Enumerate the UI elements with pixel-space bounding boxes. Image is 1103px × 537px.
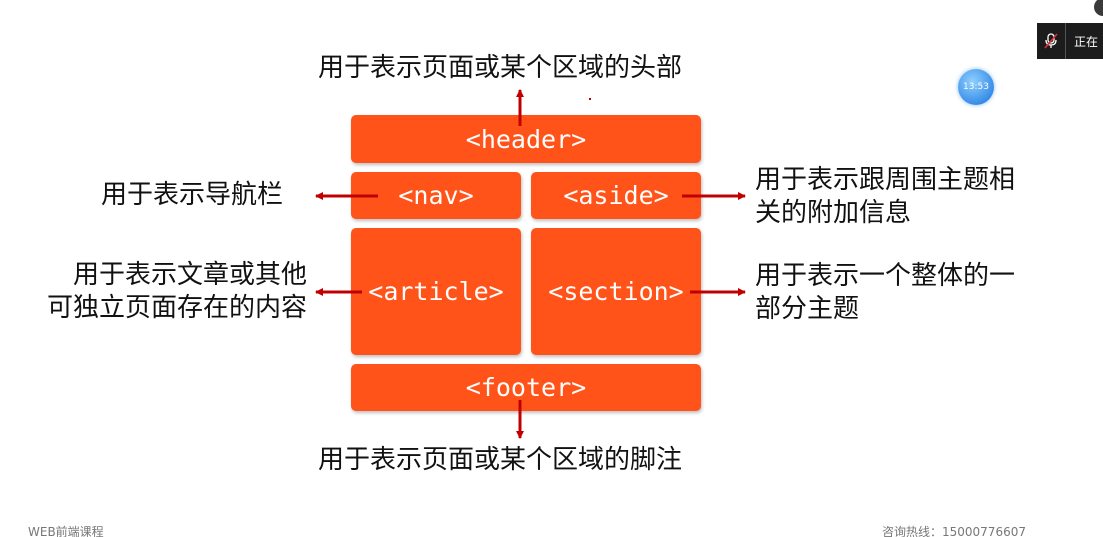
mic-muted-icon[interactable] (1037, 23, 1066, 59)
aside-description: 用于表示跟周围主题相 关的附加信息 (755, 164, 1015, 230)
footer-hotline: 咨询热线：15000776607 (882, 525, 1026, 537)
header-description: 用于表示页面或某个区域的头部 (318, 53, 683, 83)
section-description-line2: 部分主题 (755, 294, 860, 324)
footer-course-name: WEB前端课程 (28, 525, 104, 537)
red-mark (589, 98, 591, 100)
nav-description: 用于表示导航栏 (101, 180, 284, 210)
section-description-line1: 用于表示一个整体的一 (755, 261, 1016, 291)
article-description-line1: 用于表示文章或其他 (72, 260, 307, 290)
aside-description-line2: 关的附加信息 (755, 198, 912, 228)
footer-description: 用于表示页面或某个区域的脚注 (318, 445, 683, 475)
clock-widget[interactable]: 13:53 (958, 69, 994, 105)
clock-time: 13:53 (963, 82, 989, 92)
recording-status: 正在 (1074, 34, 1099, 49)
article-description: 用于表示文章或其他 可独立页面存在的内容 (15, 259, 307, 325)
aside-description-line1: 用于表示跟周围主题相 (755, 165, 1016, 195)
article-description-line2: 可独立页面存在的内容 (46, 293, 307, 323)
section-description: 用于表示一个整体的一 部分主题 (755, 260, 1015, 326)
recording-widget[interactable]: 正在 (1037, 23, 1103, 59)
